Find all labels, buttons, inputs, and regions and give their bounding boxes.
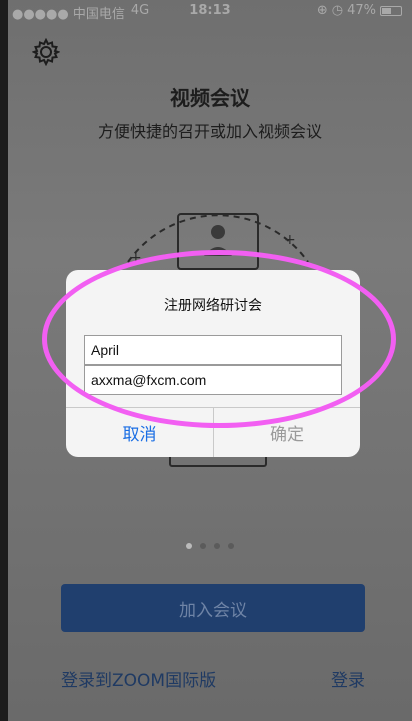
alarm-icon: ◷ (331, 3, 344, 18)
name-input[interactable] (84, 335, 342, 365)
register-webinar-dialog: 注册网络研讨会 取消 确定 (66, 270, 360, 457)
plus-right-icon: + (284, 232, 296, 248)
battery-icon (380, 5, 402, 16)
battery-percent: 47% (347, 3, 376, 18)
email-input[interactable] (84, 365, 342, 395)
status-bar: ●●●●● 中国电信 4G 18:13 ⊕ ◷ 47% (8, 0, 412, 22)
location-icon: ⊕ (316, 3, 328, 18)
page-dot-1[interactable] (186, 543, 192, 549)
page-subtitle: 方便快捷的召开或加入视频会议 (97, 122, 322, 141)
page-indicator (8, 543, 412, 549)
settings-gear-icon[interactable] (32, 38, 60, 66)
page-dot-4[interactable] (228, 543, 234, 549)
join-meeting-button[interactable]: 加入会议 (61, 584, 365, 632)
page-dot-2[interactable] (200, 543, 206, 549)
login-international-link[interactable]: 登录到ZOOM国际版 (61, 666, 216, 691)
avatar-body (204, 247, 232, 256)
dialog-title: 注册网络研讨会 (164, 298, 262, 314)
page-dot-3[interactable] (214, 543, 220, 549)
cancel-button[interactable]: 取消 (66, 408, 213, 457)
laptop-screen (177, 213, 259, 270)
avatar-head (211, 225, 225, 239)
plus-left-icon: + (130, 250, 142, 266)
status-right: ⊕ ◷ 47% (317, 3, 402, 18)
page-title: 视频会议 (170, 86, 250, 110)
app-screen: ●●●●● 中国电信 4G 18:13 ⊕ ◷ 47% 视频会议 方便快捷的召开… (8, 0, 412, 721)
login-link[interactable]: 登录 (331, 666, 365, 691)
confirm-button[interactable]: 确定 (214, 408, 360, 457)
